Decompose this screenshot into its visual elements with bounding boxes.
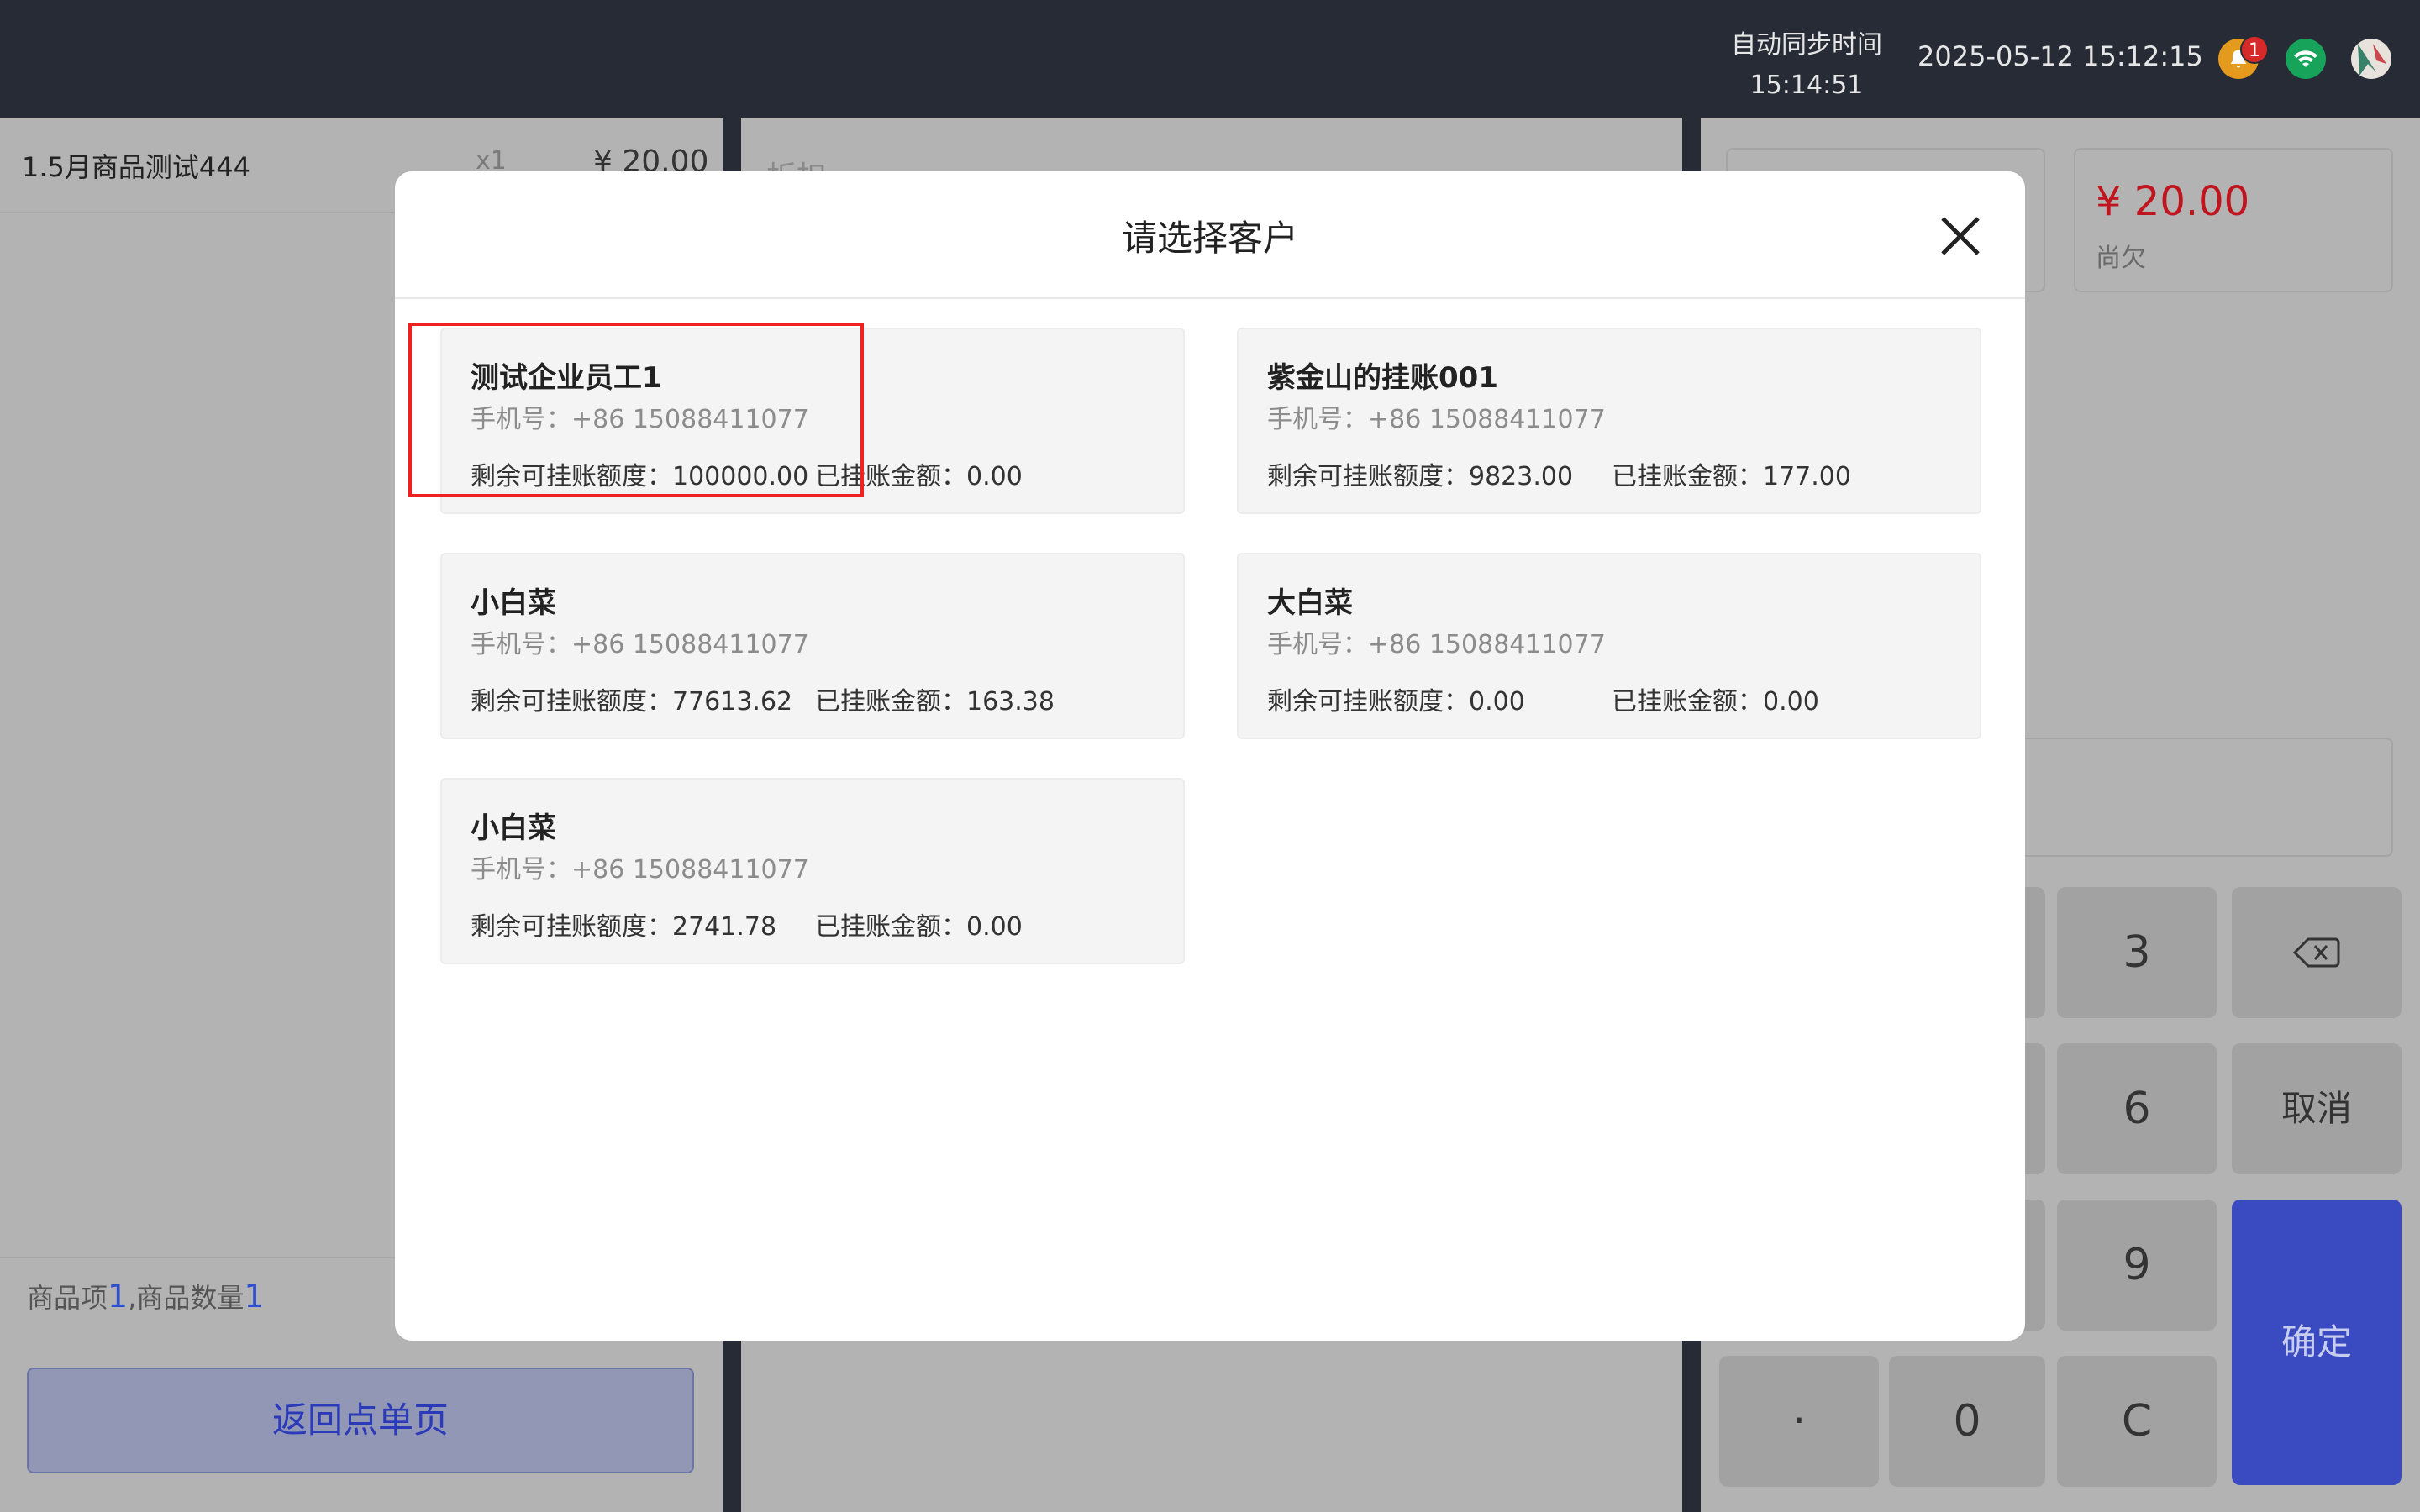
summary-qty-count: 1 [244, 1278, 265, 1315]
summary-qty-label: ,商品数量 [128, 1282, 245, 1314]
current-datetime: 2025-05-12 15:12:15 [1918, 40, 2203, 72]
customer-phone: 手机号：+86 15088411077 [471, 405, 809, 434]
customer-card[interactable]: 小白菜 手机号：+86 15088411077 剩余可挂账额度：77613.62… [440, 553, 1185, 739]
dialog-title: 请选择客户 [1121, 218, 1298, 259]
customer-used-amount: 已挂账金额：0.00 [815, 912, 1023, 942]
sync-time: 自动同步时间 15:14:51 [1714, 25, 1899, 106]
customer-name: 小白菜 [471, 811, 556, 845]
top-bar: 自动同步时间 15:14:51 2025-05-12 15:12:15 1 [0, 0, 2420, 118]
customer-card[interactable]: 大白菜 手机号：+86 15088411077 剩余可挂账额度：0.00 已挂账… [1237, 553, 1981, 739]
customer-phone: 手机号：+86 15088411077 [1267, 405, 1606, 434]
sync-label: 自动同步时间 [1731, 30, 1882, 60]
key-0[interactable]: 0 [1889, 1356, 2045, 1487]
customer-credit: 剩余可挂账额度：77613.62 [471, 687, 793, 717]
customer-name: 大白菜 [1267, 586, 1353, 620]
customer-credit: 剩余可挂账额度：100000.00 [471, 462, 809, 491]
customer-credit: 剩余可挂账额度：9823.00 [1267, 462, 1574, 491]
select-customer-dialog: 请选择客户 测试企业员工1 手机号：+86 15088411077 剩余可挂账额… [395, 171, 2025, 1341]
close-icon [1941, 217, 1980, 255]
owed-amount-box: ¥ 20.00 尚欠 [2074, 148, 2393, 292]
customer-used-amount: 已挂账金额：0.00 [1612, 687, 1819, 717]
customer-used-amount: 已挂账金额：0.00 [815, 462, 1023, 491]
customer-phone: 手机号：+86 15088411077 [471, 855, 809, 885]
owed-amount: ¥ 20.00 [2096, 178, 2250, 225]
cancel-button[interactable]: 取消 [2232, 1043, 2402, 1174]
close-button[interactable] [1934, 210, 1986, 262]
dialog-header: 请选择客户 [395, 171, 2025, 299]
key-6[interactable]: 6 [2057, 1043, 2217, 1174]
customer-card[interactable]: 测试企业员工1 手机号：+86 15088411077 剩余可挂账额度：1000… [440, 328, 1185, 514]
customer-used-amount: 已挂账金额：163.38 [815, 687, 1055, 717]
key-9[interactable]: 9 [2057, 1200, 2217, 1331]
customer-phone: 手机号：+86 15088411077 [1267, 630, 1606, 659]
summary-items-label: 商品项 [27, 1282, 108, 1314]
order-item-name: 1.5月商品测试444 [22, 151, 250, 183]
key-dot[interactable]: · [1719, 1356, 1879, 1487]
confirm-button[interactable]: 确定 [2232, 1200, 2402, 1485]
backspace-button[interactable] [2232, 887, 2402, 1018]
clear-button[interactable]: C [2057, 1356, 2217, 1487]
avatar[interactable] [2351, 39, 2391, 79]
notification-badge: 1 [2240, 35, 2269, 64]
customer-name: 测试企业员工1 [471, 361, 662, 395]
customer-phone: 手机号：+86 15088411077 [471, 630, 809, 659]
customer-name: 紫金山的挂账001 [1267, 361, 1498, 395]
customer-card[interactable]: 紫金山的挂账001 手机号：+86 15088411077 剩余可挂账额度：98… [1237, 328, 1981, 514]
customer-name: 小白菜 [471, 586, 556, 620]
customer-card[interactable]: 小白菜 手机号：+86 15088411077 剩余可挂账额度：2741.78 … [440, 778, 1185, 964]
backspace-icon [2292, 937, 2340, 968]
key-3[interactable]: 3 [2057, 887, 2217, 1018]
order-summary: 商品项1,商品数量1 [27, 1277, 265, 1315]
back-to-order-button[interactable]: 返回点单页 [27, 1368, 694, 1473]
sync-time-value: 15:14:51 [1749, 71, 1864, 100]
customer-used-amount: 已挂账金额：177.00 [1612, 462, 1851, 491]
wifi-icon[interactable] [2286, 39, 2326, 79]
owed-label: 尚欠 [2096, 244, 2146, 273]
customer-credit: 剩余可挂账额度：0.00 [1267, 687, 1525, 717]
customer-credit: 剩余可挂账额度：2741.78 [471, 912, 777, 942]
summary-items-count: 1 [108, 1278, 129, 1315]
